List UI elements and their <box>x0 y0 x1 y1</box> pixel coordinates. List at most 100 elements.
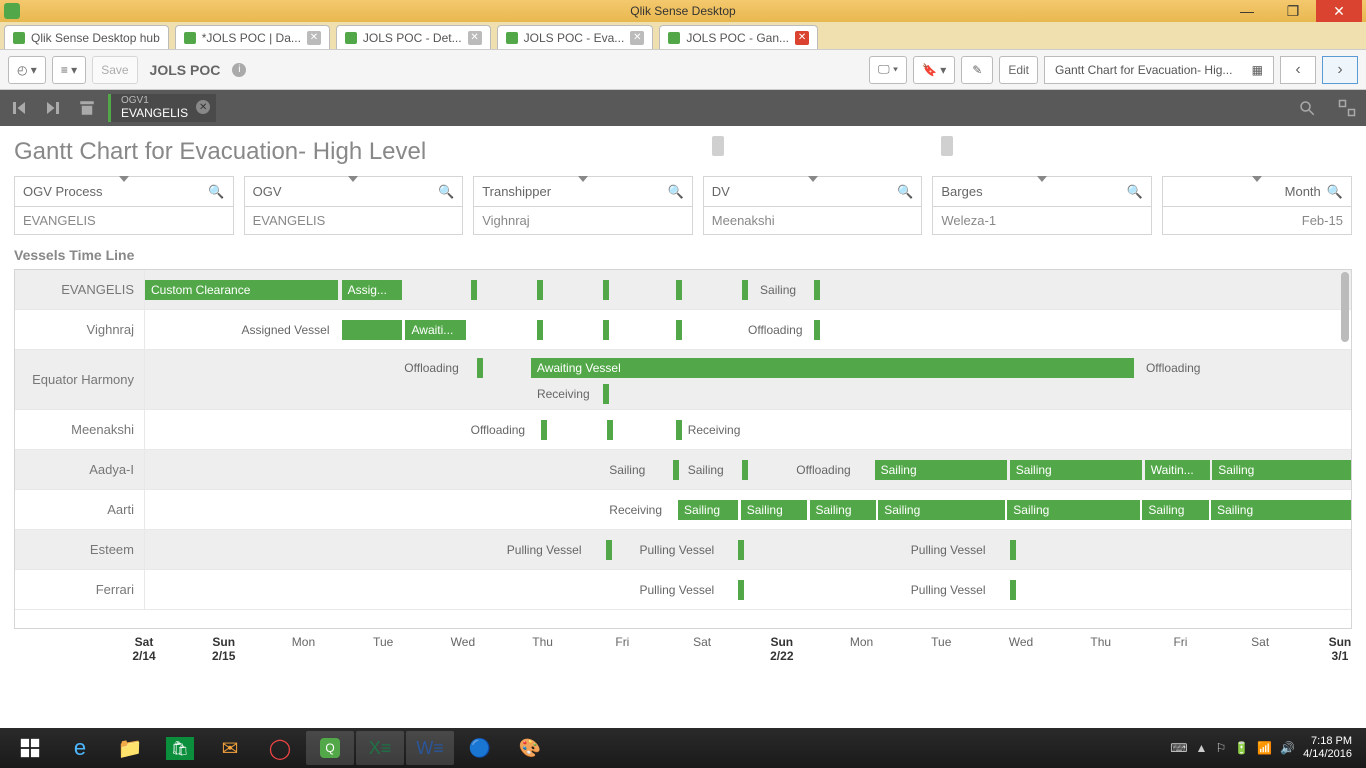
gantt-bar[interactable]: Sailing <box>1212 460 1351 480</box>
device-preview-button[interactable]: 🖵 ▾ <box>869 56 907 84</box>
gantt-bar[interactable]: Sailing <box>878 500 1005 520</box>
search-icon[interactable]: 🔍 <box>897 184 913 200</box>
bookmark-button[interactable]: 🔖 ▾ <box>913 56 955 84</box>
prev-sheet-button[interactable]: ‹ <box>1280 56 1316 84</box>
save-button[interactable]: Save <box>92 56 137 84</box>
scroll-indicator[interactable] <box>941 136 953 156</box>
tab-3[interactable]: JOLS POC - Eva...✕ <box>497 25 654 49</box>
gantt-bar[interactable]: Awaiti... <box>405 320 465 340</box>
filter-barges[interactable]: Barges🔍 Weleza-1 <box>932 176 1152 235</box>
gantt-bar[interactable] <box>342 320 402 340</box>
close-button[interactable]: ✕ <box>1316 0 1362 22</box>
clock[interactable]: 7:18 PM 4/14/2016 <box>1303 735 1352 761</box>
gantt-tick <box>541 420 547 440</box>
close-icon[interactable]: ✕ <box>795 31 809 45</box>
filter-dv[interactable]: DV🔍 Meenakshi <box>703 176 923 235</box>
edit-icon-button[interactable]: ✎ <box>961 56 993 84</box>
axis-label: Sat <box>693 635 711 649</box>
axis-label: Wed <box>1009 635 1033 649</box>
filter-ogv[interactable]: OGV🔍 EVANGELIS <box>244 176 464 235</box>
maximize-button[interactable]: ❐ <box>1270 0 1316 22</box>
taskbar-explorer-icon[interactable]: 📁 <box>106 731 154 765</box>
tab-hub[interactable]: Qlik Sense Desktop hub <box>4 25 169 49</box>
search-icon[interactable]: 🔍 <box>208 184 224 200</box>
axis-label: Sat <box>1251 635 1269 649</box>
taskbar-paint-icon[interactable]: 🎨 <box>506 731 554 765</box>
gantt-tick <box>1010 580 1016 600</box>
gantt-bar[interactable]: Sailing <box>1007 500 1140 520</box>
gantt-bar[interactable]: Sailing <box>741 500 807 520</box>
search-icon[interactable]: 🔍 <box>1127 184 1143 200</box>
step-back-icon[interactable] <box>6 95 32 121</box>
selection-chip[interactable]: OGV1 EVANGELIS ✕ <box>108 94 216 122</box>
gantt-bar[interactable]: Sailing <box>678 500 738 520</box>
gantt-bar[interactable]: Sailing <box>810 500 876 520</box>
clear-selection-icon[interactable]: ✕ <box>196 100 210 114</box>
network-icon[interactable]: 📶 <box>1257 741 1272 755</box>
filter-transhipper[interactable]: Transhipper🔍 Vighnraj <box>473 176 693 235</box>
axis-label: Mon <box>292 635 315 649</box>
search-icon[interactable]: 🔍 <box>1327 184 1343 200</box>
sheet-selector[interactable]: Gantt Chart for Evacuation- Hig...▦ <box>1044 56 1274 84</box>
gantt-row: Aarti Receiving Sailing Sailing Sailing … <box>15 490 1351 530</box>
taskbar-qlik-icon[interactable]: Q <box>306 731 354 765</box>
gantt-label: Sailing <box>760 280 796 300</box>
gantt-bar[interactable]: Assig... <box>342 280 402 300</box>
gantt-bar[interactable]: Sailing <box>1010 460 1143 480</box>
qlik-icon <box>13 32 25 44</box>
gantt-label: Sailing <box>609 460 645 480</box>
gantt-tick <box>676 280 682 300</box>
window-title-bar: Qlik Sense Desktop — ❐ ✕ <box>0 0 1366 22</box>
next-sheet-button[interactable]: › <box>1322 56 1358 84</box>
tab-1[interactable]: *JOLS POC | Da...✕ <box>175 25 330 49</box>
gantt-bar[interactable]: Waitin... <box>1145 460 1210 480</box>
selection-field: OGV1 <box>121 96 188 106</box>
close-icon[interactable]: ✕ <box>307 31 321 45</box>
search-icon[interactable] <box>1294 95 1320 121</box>
step-forward-icon[interactable] <box>40 95 66 121</box>
taskbar-word-icon[interactable]: W≡ <box>406 731 454 765</box>
gantt-bar[interactable]: Custom Clearance <box>145 280 338 300</box>
axis-label: Mon <box>850 635 873 649</box>
battery-icon[interactable]: 🔋 <box>1234 741 1249 755</box>
search-icon[interactable]: 🔍 <box>438 184 454 200</box>
clear-all-icon[interactable] <box>74 95 100 121</box>
scroll-indicator[interactable] <box>712 136 724 156</box>
taskbar-store-icon[interactable]: 🛍 <box>156 731 204 765</box>
app-icon <box>4 3 20 19</box>
gantt-bar[interactable]: Sailing <box>875 460 1008 480</box>
info-icon[interactable]: i <box>232 63 246 77</box>
gantt-label: Offloading <box>1146 358 1201 378</box>
keyboard-icon[interactable]: ⌨ <box>1170 741 1187 755</box>
taskbar-opera-icon[interactable]: ◯ <box>256 731 304 765</box>
selections-tool-icon[interactable] <box>1334 95 1360 121</box>
filter-month[interactable]: Month🔍 Feb-15 <box>1162 176 1352 235</box>
flag-icon[interactable]: ⚐ <box>1215 741 1226 755</box>
tray-up-icon[interactable]: ▲ <box>1196 741 1208 755</box>
taskbar-outlook-icon[interactable]: ✉ <box>206 731 254 765</box>
system-tray: ⌨ ▲ ⚐ 🔋 📶 🔊 7:18 PM 4/14/2016 <box>1170 735 1360 761</box>
gantt-bar[interactable]: Awaiting Vessel <box>531 358 1134 378</box>
tab-2[interactable]: JOLS POC - Det...✕ <box>336 25 491 49</box>
axis-label: Fri <box>1173 635 1187 649</box>
nav-menu-button[interactable]: ◴ ▾ <box>8 56 46 84</box>
close-icon[interactable]: ✕ <box>468 31 482 45</box>
taskbar-chrome-icon[interactable]: 🔵 <box>456 731 504 765</box>
gantt-chart[interactable]: EVANGELIS Custom Clearance Assig... Sail… <box>14 269 1352 629</box>
gantt-bar[interactable]: Sailing <box>1142 500 1208 520</box>
edit-button[interactable]: Edit <box>999 56 1038 84</box>
axis-label: Tue <box>373 635 393 649</box>
gantt-row: Ferrari Pulling Vessel Pulling Vessel <box>15 570 1351 610</box>
gantt-bar[interactable]: Sailing <box>1211 500 1351 520</box>
volume-icon[interactable]: 🔊 <box>1280 741 1295 755</box>
search-icon[interactable]: 🔍 <box>668 184 684 200</box>
taskbar-ie-icon[interactable]: e <box>56 731 104 765</box>
list-menu-button[interactable]: ≡ ▾ <box>52 56 86 84</box>
start-button[interactable] <box>6 728 54 768</box>
tab-4[interactable]: JOLS POC - Gan...✕ <box>659 25 818 49</box>
taskbar-excel-icon[interactable]: X≡ <box>356 731 404 765</box>
minimize-button[interactable]: — <box>1224 0 1270 22</box>
gantt-row: EVANGELIS Custom Clearance Assig... Sail… <box>15 270 1351 310</box>
close-icon[interactable]: ✕ <box>630 31 644 45</box>
filter-ogv-process[interactable]: OGV Process🔍 EVANGELIS <box>14 176 234 235</box>
